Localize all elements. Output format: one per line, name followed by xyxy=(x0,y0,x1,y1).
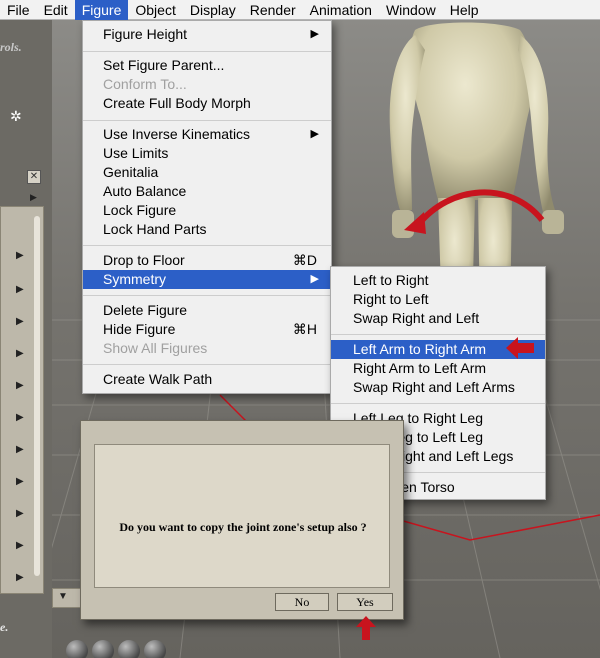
menu-file[interactable]: File xyxy=(0,0,37,20)
menu-item-label: Drop to Floor xyxy=(103,252,185,268)
menu-item-use-limits[interactable]: Use Limits xyxy=(83,144,331,163)
gear-icon[interactable]: ✲ xyxy=(10,108,22,125)
menu-edit[interactable]: Edit xyxy=(37,0,75,20)
menu-item-genitalia[interactable]: Genitalia xyxy=(83,163,331,182)
menu-item-set-figure-parent[interactable]: Set Figure Parent... xyxy=(83,56,331,75)
menu-item-left-to-right[interactable]: Left to Right xyxy=(331,271,545,290)
menu-item-swap-right-and-left[interactable]: Swap Right and Left xyxy=(331,309,545,328)
triangle-right-icon[interactable]: ▶ xyxy=(16,476,24,487)
triangle-right-icon[interactable]: ▶ xyxy=(16,412,24,423)
menu-item-conform-to: Conform To... xyxy=(83,75,331,94)
panel-title-fragment: rols. xyxy=(0,40,22,54)
menu-item-label: Swap Right and Left Arms xyxy=(353,379,515,395)
menu-item-label: Auto Balance xyxy=(103,183,187,199)
light-ball-icon[interactable] xyxy=(144,640,166,658)
menu-item-label: Conform To... xyxy=(103,76,187,92)
menu-separator xyxy=(83,245,331,246)
menu-item-label: Create Full Body Morph xyxy=(103,95,251,111)
menu-item-hide-figure[interactable]: Hide Figure ⌘H xyxy=(83,320,331,339)
triangle-right-icon[interactable]: ▶ xyxy=(16,508,24,519)
menu-item-symmetry[interactable]: Symmetry ▶ xyxy=(83,270,331,289)
copy-joint-zone-dialog: Do you want to copy the joint zone's set… xyxy=(80,420,404,620)
light-ball-icon[interactable] xyxy=(66,640,88,658)
menu-animation[interactable]: Animation xyxy=(303,0,379,20)
menu-item-label: Lock Figure xyxy=(103,202,177,218)
triangle-right-icon[interactable]: ▶ xyxy=(16,316,24,327)
menu-item-label: Create Walk Path xyxy=(103,371,213,387)
menu-item-label: Left Arm to Right Arm xyxy=(353,341,487,357)
light-ball-icon[interactable] xyxy=(92,640,114,658)
menu-bar: File Edit Figure Object Display Render A… xyxy=(0,0,600,20)
menu-item-label: Right to Left xyxy=(353,291,429,307)
menu-separator xyxy=(83,51,331,52)
menu-render[interactable]: Render xyxy=(243,0,303,20)
dialog-message: Do you want to copy the joint zone's set… xyxy=(119,520,367,534)
triangle-right-icon[interactable]: ▶ xyxy=(16,572,24,583)
menu-item-label: Figure Height xyxy=(103,26,188,42)
menu-item-swap-right-and-left-arms[interactable]: Swap Right and Left Arms xyxy=(331,378,545,397)
dialog-content: Do you want to copy the joint zone's set… xyxy=(94,444,390,588)
menu-item-use-inverse-kinematics[interactable]: Use Inverse Kinematics ▶ xyxy=(83,125,331,144)
menu-item-label: Use Limits xyxy=(103,145,169,161)
menu-item-figure-height[interactable]: Figure Height ▶ xyxy=(83,25,331,44)
menu-item-label: Hide Figure xyxy=(103,321,176,337)
menu-display[interactable]: Display xyxy=(183,0,243,20)
light-ball-icon[interactable] xyxy=(118,640,140,658)
scrollbar[interactable] xyxy=(34,216,40,576)
shortcut-label: ⌘H xyxy=(292,321,317,337)
menu-item-label: Set Figure Parent... xyxy=(103,57,225,73)
yes-button[interactable]: Yes xyxy=(337,593,393,611)
menu-item-label: Symmetry xyxy=(103,271,166,287)
close-icon[interactable]: ✕ xyxy=(27,170,41,184)
menu-separator xyxy=(83,364,331,365)
menu-item-lock-figure[interactable]: Lock Figure xyxy=(83,201,331,220)
no-button[interactable]: No xyxy=(275,593,329,611)
menu-item-label: Use Inverse Kinematics xyxy=(103,126,251,142)
menu-item-label: Show All Figures xyxy=(103,340,208,356)
menu-item-label: Lock Hand Parts xyxy=(103,221,207,237)
menu-item-label: Left to Right xyxy=(353,272,429,288)
triangle-right-icon[interactable]: ▶ xyxy=(16,284,24,295)
submenu-arrow-icon: ▶ xyxy=(310,128,319,140)
menu-separator xyxy=(83,120,331,121)
red-arrow-icon xyxy=(506,337,534,359)
menu-item-label: Swap Right and Left xyxy=(353,310,480,326)
menu-separator xyxy=(83,295,331,296)
menu-help[interactable]: Help xyxy=(443,0,486,20)
figure-menu: Figure Height ▶ Set Figure Parent... Conf… xyxy=(82,20,332,394)
menu-item-label: Delete Figure xyxy=(103,302,188,318)
menu-separator xyxy=(331,334,545,335)
menu-item-show-all-figures: Show All Figures xyxy=(83,339,331,358)
submenu-arrow-icon: ▶ xyxy=(310,273,319,285)
triangle-down-icon[interactable]: ▼ xyxy=(58,591,68,602)
menu-item-auto-balance[interactable]: Auto Balance xyxy=(83,182,331,201)
menu-object[interactable]: Object xyxy=(128,0,182,20)
menu-item-label: Right Arm to Left Arm xyxy=(353,360,487,376)
menu-window[interactable]: Window xyxy=(379,0,443,20)
red-arrow-icon xyxy=(356,616,376,640)
triangle-right-icon[interactable]: ▶ xyxy=(16,444,24,455)
triangle-right-icon[interactable]: ▶ xyxy=(16,380,24,391)
triangle-right-icon[interactable]: ▶ xyxy=(16,348,24,359)
triangle-right-icon[interactable]: ▶ xyxy=(16,540,24,551)
menu-separator xyxy=(331,403,545,404)
menu-item-create-walk-path[interactable]: Create Walk Path xyxy=(83,370,331,389)
menu-figure[interactable]: Figure xyxy=(74,0,129,20)
menu-item-right-arm-to-left-arm[interactable]: Right Arm to Left Arm xyxy=(331,359,545,378)
triangle-right-icon[interactable]: ▶ xyxy=(16,250,24,261)
menu-item-right-to-left[interactable]: Right to Left xyxy=(331,290,545,309)
shortcut-label: ⌘D xyxy=(292,252,317,268)
menu-item-label: Genitalia xyxy=(103,164,159,180)
status-fragment: e. xyxy=(0,620,9,634)
menu-item-delete-figure[interactable]: Delete Figure xyxy=(83,301,331,320)
menu-item-create-full-body-morph[interactable]: Create Full Body Morph xyxy=(83,94,331,113)
submenu-arrow-icon: ▶ xyxy=(310,28,319,40)
menu-item-drop-to-floor[interactable]: Drop to Floor ⌘D xyxy=(83,251,331,270)
triangle-right-icon[interactable]: ▶ xyxy=(30,192,37,203)
menu-item-lock-hand-parts[interactable]: Lock Hand Parts xyxy=(83,220,331,239)
